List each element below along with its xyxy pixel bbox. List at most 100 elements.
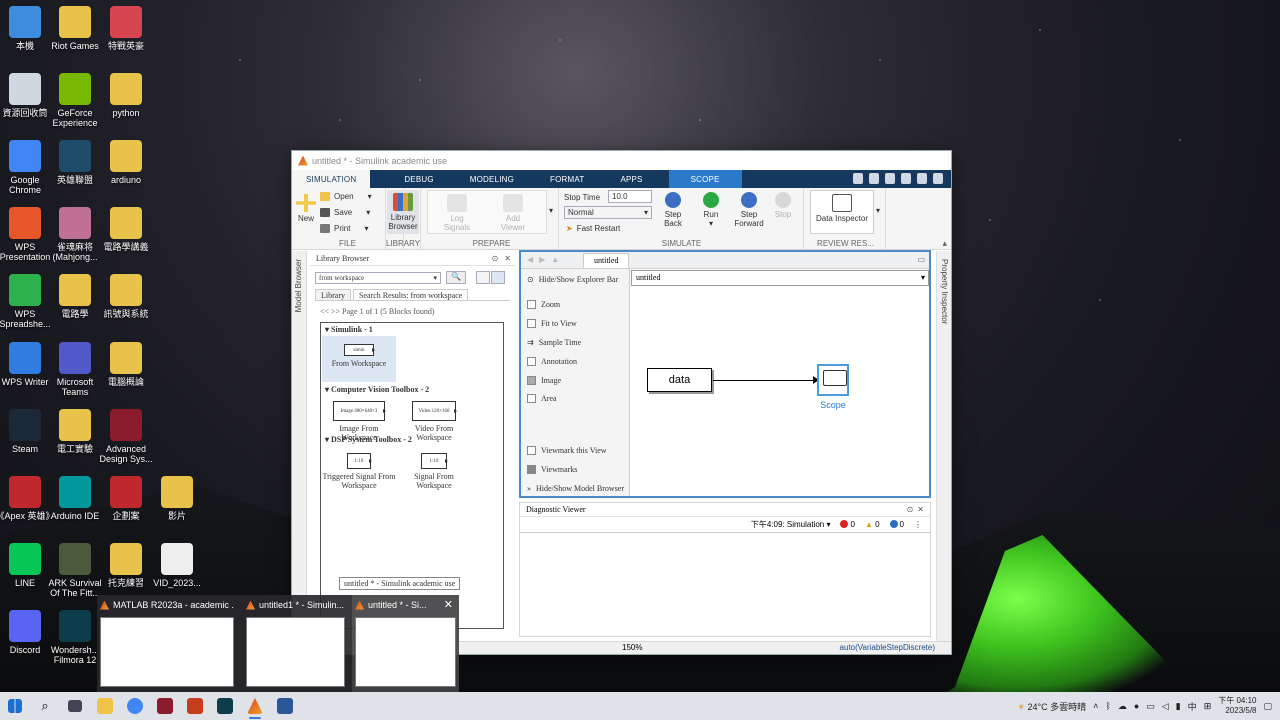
block-signal-from-workspace[interactable]: 1:10 Signal From Workspace: [401, 453, 467, 490]
add-viewer-button[interactable]: Add Viewer: [493, 194, 533, 232]
signal-line[interactable]: [713, 380, 815, 381]
list-view-icon[interactable]: [476, 271, 490, 284]
viewmark-this-view[interactable]: Viewmark this View: [527, 446, 607, 455]
task-view-button[interactable]: [60, 692, 90, 720]
clock[interactable]: 下午 04:10 2023/5/8: [1218, 696, 1256, 716]
model-address-bar[interactable]: untitled ▾: [631, 270, 929, 286]
data-inspector-button[interactable]: Data Inspector: [812, 194, 872, 223]
tab-search-results[interactable]: Search Results: from workspace: [353, 289, 469, 300]
taskbar-word[interactable]: [270, 692, 300, 720]
desktop-icon[interactable]: VID_2023...: [147, 543, 207, 588]
volume-icon[interactable]: ◁: [1162, 701, 1169, 712]
run-button[interactable]: Run ▾: [696, 192, 726, 228]
stop-time-field[interactable]: 10.0: [608, 190, 652, 203]
info-count[interactable]: 0: [889, 520, 904, 529]
library-search-input[interactable]: from workspace ▾: [315, 272, 441, 284]
taskbar-powerpoint[interactable]: [180, 692, 210, 720]
editor-tab-untitled[interactable]: untitled: [583, 253, 630, 268]
solver-link[interactable]: auto(VariableStepDiscrete): [840, 643, 935, 652]
image-tool[interactable]: Image: [527, 376, 561, 385]
tab-debug[interactable]: DEBUG: [390, 170, 447, 188]
collapse-ribbon-icon[interactable]: ▴: [942, 238, 947, 249]
tab-format[interactable]: FORMAT: [536, 170, 598, 188]
stop-button[interactable]: Stop: [770, 192, 796, 219]
grid-view-icon[interactable]: [491, 271, 505, 284]
viewmarks[interactable]: Viewmarks: [527, 465, 577, 474]
simulation-mode-select[interactable]: Normal ▾: [564, 206, 652, 219]
area-tool[interactable]: Area: [527, 394, 557, 403]
log-signals-button[interactable]: Log Signals: [437, 194, 477, 232]
section-dsp-system[interactable]: ▾ DSP System Toolbox - 2: [325, 435, 412, 444]
weather-widget[interactable]: ☀ 24°C 多雲時晴: [1017, 700, 1086, 713]
tab-apps[interactable]: APPS: [606, 170, 656, 188]
fast-restart-toggle[interactable]: ➤ Fast Restart: [566, 224, 620, 233]
desktop-icon[interactable]: 電腦概論: [96, 342, 156, 387]
model-canvas[interactable]: data Scope: [631, 287, 929, 496]
review-expand-icon[interactable]: ▾: [876, 206, 880, 215]
model-browser-strip[interactable]: Model Browser: [292, 251, 307, 654]
property-inspector-strip[interactable]: Property Inspector: [936, 251, 951, 654]
network-icon[interactable]: ▭: [1146, 701, 1155, 712]
data-block[interactable]: data: [647, 368, 712, 392]
desktop-icon[interactable]: 訊號與系統: [96, 274, 156, 319]
cloud-icon[interactable]: ☁: [1118, 701, 1127, 712]
redo-icon[interactable]: [885, 173, 895, 184]
taskbar-filmora[interactable]: [210, 692, 240, 720]
tab-modeling[interactable]: MODELING: [456, 170, 528, 188]
taskbar-ads[interactable]: [150, 692, 180, 720]
tab-scope[interactable]: SCOPE: [668, 170, 742, 188]
preview-close-icon[interactable]: ✕: [444, 598, 453, 611]
block-triggered-signal-from-workspace[interactable]: 1:10 Triggered Signal From Workspace: [322, 453, 396, 490]
panel-close-icon[interactable]: ✕: [504, 254, 511, 263]
window-titlebar[interactable]: untitled * - Simulink academic use: [292, 151, 951, 170]
step-back-button[interactable]: Step Back: [658, 192, 688, 228]
hide-show-explorer-bar[interactable]: ⊙ Hide/Show Explorer Bar: [527, 275, 618, 284]
desktop-icon[interactable]: python: [96, 73, 156, 118]
bluetooth-icon[interactable]: ᛒ: [1105, 701, 1110, 711]
mic-icon[interactable]: ●: [1134, 701, 1139, 711]
new-button[interactable]: New: [295, 194, 317, 223]
tray-chevron-icon[interactable]: ˄: [1093, 701, 1098, 711]
library-browser-button[interactable]: Library Browser: [387, 190, 419, 234]
taskbar-matlab[interactable]: [240, 692, 270, 720]
desktop-icon[interactable]: Advanced Design Sys...: [96, 409, 156, 464]
block-from-workspace[interactable]: simin From Workspace: [322, 336, 396, 382]
taskbar-file-explorer[interactable]: [90, 692, 120, 720]
diagnostic-run-select[interactable]: 下午4:09: Simulation ▾: [751, 519, 831, 530]
ime-indicator[interactable]: 中: [1188, 700, 1197, 713]
diagnostic-menu-icon[interactable]: ⊙: [907, 505, 914, 514]
preview-matlab[interactable]: MATLAB R2023a - academic ...: [97, 595, 237, 692]
desktop-icon[interactable]: 電路學講義: [96, 207, 156, 252]
gallery-expand-icon[interactable]: ▾: [549, 206, 553, 215]
ime-mode-icon[interactable]: ⊞: [1204, 701, 1212, 712]
error-count[interactable]: 0: [840, 520, 855, 529]
search-button[interactable]: 🔍: [446, 271, 466, 284]
preview-untitled[interactable]: untitled * - Si... ✕: [352, 595, 459, 692]
help-icon[interactable]: [917, 173, 927, 184]
more-options-icon[interactable]: ⋮: [914, 520, 922, 529]
diagnostic-close-icon[interactable]: ✕: [917, 505, 924, 514]
print-button[interactable]: Print ▾: [320, 224, 368, 233]
zoom-tool[interactable]: Zoom: [527, 300, 560, 309]
search-button[interactable]: ⌕: [30, 692, 60, 720]
section-simulink[interactable]: ▾ Simulink - 1: [325, 325, 373, 334]
section-computer-vision[interactable]: ▾ Computer Vision Toolbox - 2: [325, 385, 429, 394]
save-quick-icon[interactable]: [853, 173, 863, 184]
annotation-tool[interactable]: Annotation: [527, 357, 577, 366]
warning-count[interactable]: ▲ 0: [865, 520, 880, 529]
desktop-icon[interactable]: 影片: [147, 476, 207, 521]
tab-simulation[interactable]: SIMULATION: [292, 170, 371, 188]
taskbar-chrome[interactable]: [120, 692, 150, 720]
save-button[interactable]: Save ▾: [320, 208, 370, 217]
desktop-icon[interactable]: Wondersh... Filmora 12: [45, 610, 105, 665]
open-button[interactable]: Open ▾: [320, 192, 372, 201]
undo-icon[interactable]: [869, 173, 879, 184]
editor-menu-icon[interactable]: ▭: [917, 255, 925, 264]
tab-library[interactable]: Library: [315, 289, 351, 300]
start-button[interactable]: [0, 692, 30, 720]
desktop-icon[interactable]: ardiuno: [96, 140, 156, 185]
panel-menu-icon[interactable]: ⊙: [492, 254, 499, 263]
step-forward-button[interactable]: Step Forward: [732, 192, 766, 228]
sample-time-tool[interactable]: ⇉ Sample Time: [527, 338, 581, 347]
preview-untitled1[interactable]: untitled1 * - Simulin...: [243, 595, 348, 692]
